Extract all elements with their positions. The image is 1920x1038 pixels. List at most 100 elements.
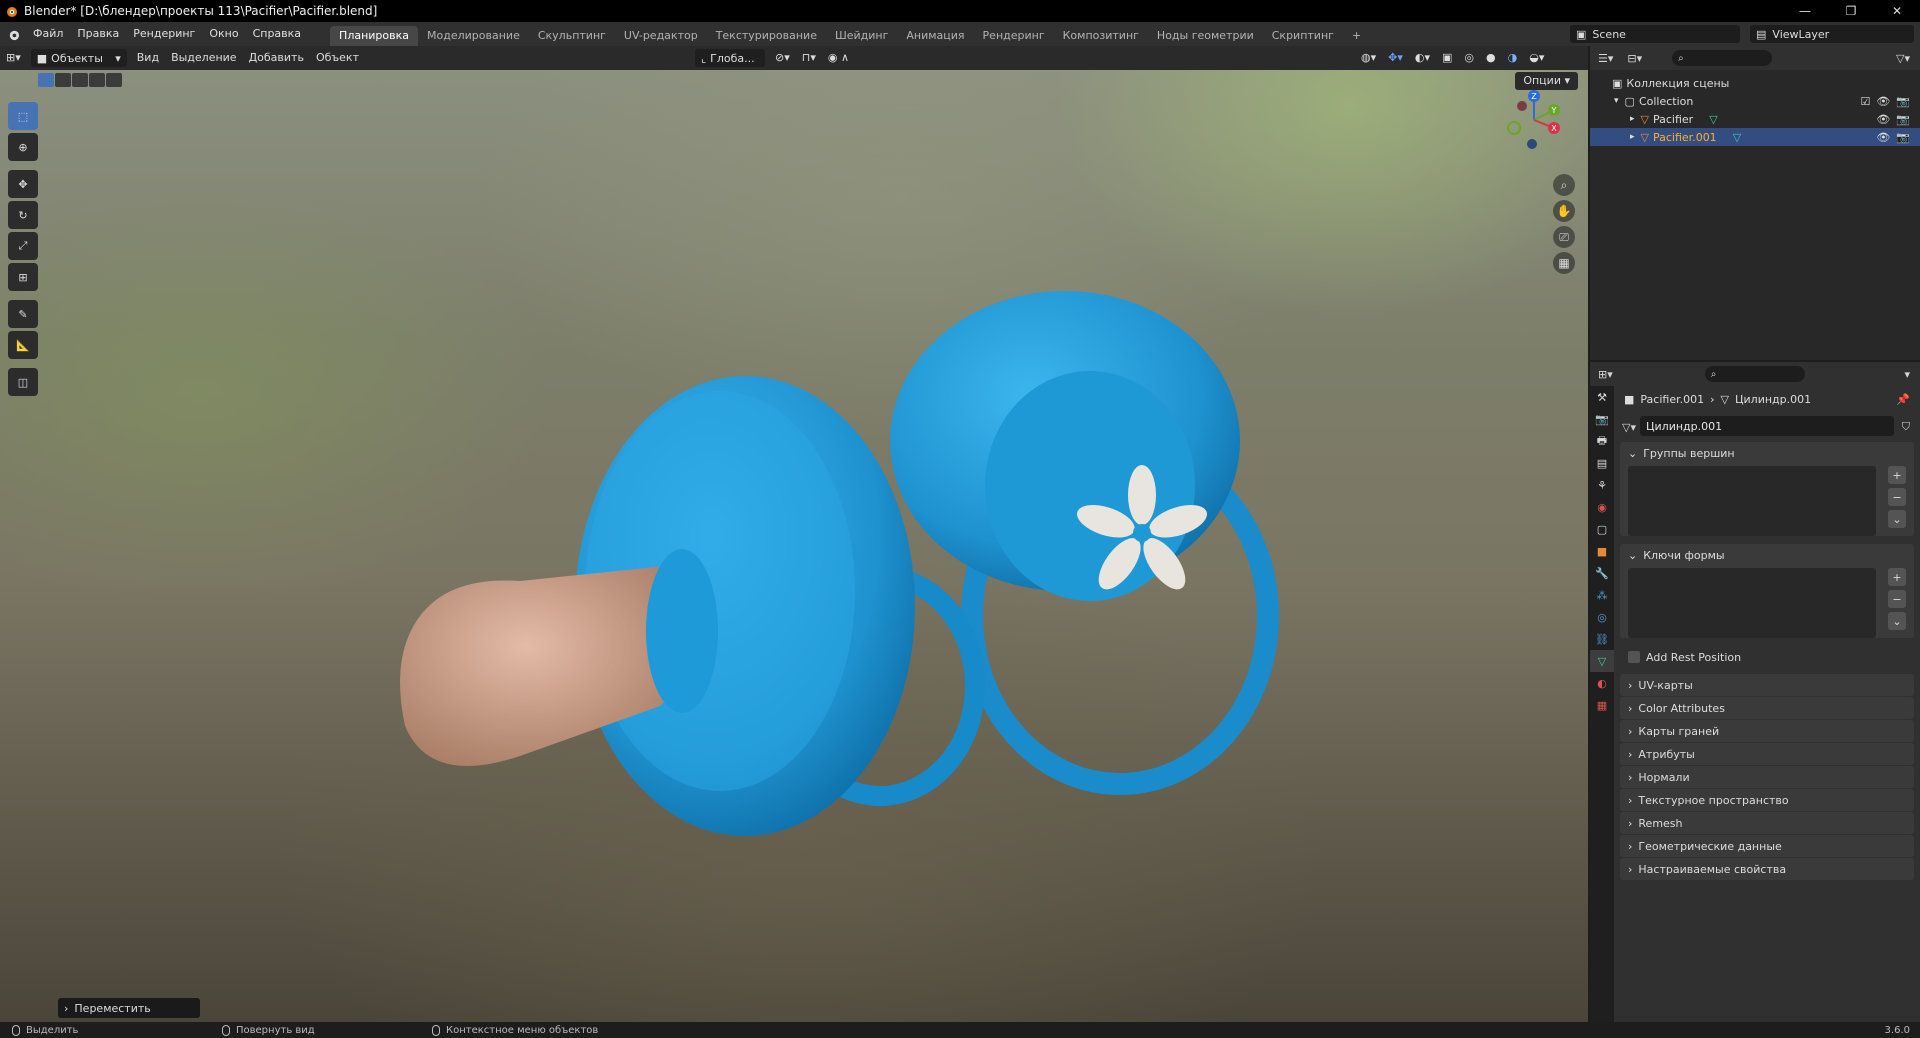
texture-tab-icon[interactable]: ▦ xyxy=(1590,694,1614,716)
tab-animation[interactable]: Анимация xyxy=(897,26,973,46)
scene-selector[interactable]: ▣ Scene xyxy=(1570,25,1740,43)
material-tab-icon[interactable]: ◐ xyxy=(1590,672,1614,694)
remove-vertex-group-button[interactable]: − xyxy=(1888,488,1906,506)
outliner-scene-collection[interactable]: ▣ Коллекция сцены xyxy=(1590,74,1920,92)
normals-panel[interactable]: › Нормали xyxy=(1620,766,1914,788)
face-maps-panel[interactable]: › Карты граней xyxy=(1620,720,1914,742)
pivot-icon[interactable]: ⊘▾ xyxy=(769,46,796,70)
maximize-button[interactable]: ❐ xyxy=(1828,0,1874,22)
menu-window[interactable]: Окно xyxy=(202,22,245,46)
tab-sculpting[interactable]: Скульптинг xyxy=(529,26,615,46)
remove-shape-key-button[interactable]: − xyxy=(1888,590,1906,608)
chevron-right-icon[interactable]: ▸ xyxy=(1630,114,1635,124)
overlay-icon[interactable]: ◐▾ xyxy=(1409,46,1436,70)
select-box-tool-icon[interactable]: ⬚ xyxy=(8,102,38,130)
view-layer-tab-icon[interactable]: ▤ xyxy=(1590,452,1614,474)
properties-search-input[interactable]: ⌕ xyxy=(1704,366,1805,382)
properties-editor-icon[interactable]: ⊞▾ xyxy=(1598,368,1613,381)
outliner-editor-icon[interactable]: ☰▾ xyxy=(1598,52,1613,65)
fake-user-shield-icon[interactable]: ⛉ xyxy=(1902,420,1910,434)
add-workspace-button[interactable]: + xyxy=(1343,26,1370,46)
zoom-icon[interactable]: ⌕ xyxy=(1553,174,1575,196)
tab-modeling[interactable]: Моделирование xyxy=(418,26,529,46)
outliner-search-input[interactable]: ⌕ xyxy=(1672,50,1773,66)
wireframe-shading-icon[interactable]: ◎ xyxy=(1458,46,1480,70)
menu-help[interactable]: Справка xyxy=(246,22,308,46)
menu-object[interactable]: Объект xyxy=(310,46,365,70)
constraints-tab-icon[interactable]: ⛓ xyxy=(1590,628,1614,650)
3d-viewport[interactable]: ⊞▾ ■ Объекты ▾ Вид Выделение Добавить Об… xyxy=(0,46,1588,1022)
tab-layout[interactable]: Планировка xyxy=(330,26,419,46)
chevron-down-icon[interactable]: ▾ xyxy=(1904,368,1910,381)
minimize-button[interactable]: — xyxy=(1782,0,1828,22)
viewlayer-selector[interactable]: ▤ ViewLayer xyxy=(1750,25,1914,43)
select-new-icon[interactable] xyxy=(38,73,54,87)
output-tab-icon[interactable]: 🖶 xyxy=(1590,430,1614,452)
tab-compositing[interactable]: Композитинг xyxy=(1054,26,1148,46)
xray-icon[interactable]: ▣ xyxy=(1436,46,1458,70)
menu-add[interactable]: Добавить xyxy=(243,46,310,70)
transform-tool-icon[interactable]: ⊞ xyxy=(8,263,38,291)
camera-icon[interactable]: 📷 xyxy=(1896,113,1910,126)
attributes-panel[interactable]: › Атрибуты xyxy=(1620,743,1914,765)
last-operator-panel[interactable]: › Переместить xyxy=(58,998,200,1018)
gizmo-toggle-icon[interactable]: ✥▾ xyxy=(1382,46,1409,70)
rotate-tool-icon[interactable]: ↻ xyxy=(8,201,38,229)
pan-hand-icon[interactable]: ✋ xyxy=(1553,200,1575,222)
close-button[interactable]: ✕ xyxy=(1874,0,1920,22)
measure-tool-icon[interactable]: 📐 xyxy=(8,331,38,359)
blender-menu-icon[interactable] xyxy=(0,22,26,46)
add-vertex-group-button[interactable]: + xyxy=(1888,466,1906,484)
visibility-icon[interactable]: ◍▾ xyxy=(1355,46,1382,70)
chevron-down-icon[interactable]: ⌄ xyxy=(1888,612,1906,630)
rendered-shading-icon[interactable]: ◒▾ xyxy=(1523,46,1550,70)
camera-view-icon[interactable]: ⎚ xyxy=(1553,226,1575,248)
select-extend-icon[interactable] xyxy=(55,73,71,87)
transform-orientation-dropdown[interactable]: ⌞ Глоба... xyxy=(695,49,765,67)
shape-keys-header[interactable]: ⌄ Ключи формы xyxy=(1620,544,1914,566)
scale-tool-icon[interactable]: ⤢ xyxy=(8,232,38,260)
uv-maps-panel[interactable]: › UV-карты xyxy=(1620,674,1914,696)
editor-type-icon[interactable]: ⊞▾ xyxy=(0,46,27,70)
menu-file[interactable]: Файл xyxy=(26,22,70,46)
texture-space-panel[interactable]: › Текстурное пространство xyxy=(1620,789,1914,811)
modifier-tab-icon[interactable]: 🔧 xyxy=(1590,562,1614,584)
snap-icon[interactable]: ⊓▾ xyxy=(796,46,822,70)
material-shading-icon[interactable]: ◑ xyxy=(1502,46,1524,70)
select-intersect-icon[interactable] xyxy=(106,73,122,87)
checkbox-icon[interactable]: ☑ xyxy=(1860,95,1870,108)
add-rest-position-checkbox[interactable] xyxy=(1628,651,1640,663)
tab-scripting[interactable]: Скриптинг xyxy=(1263,26,1343,46)
mode-dropdown[interactable]: ■ Объекты ▾ xyxy=(30,49,127,67)
move-tool-icon[interactable]: ✥ xyxy=(8,170,38,198)
add-shape-key-button[interactable]: + xyxy=(1888,568,1906,586)
mesh-data-tab-icon[interactable]: ▽ xyxy=(1590,650,1614,672)
chevron-right-icon[interactable]: ▸ xyxy=(1630,132,1635,142)
display-mode-icon[interactable]: ⊟▾ xyxy=(1627,52,1642,65)
remesh-panel[interactable]: › Remesh xyxy=(1620,812,1914,834)
mesh-browse-icon[interactable]: ▽▾ xyxy=(1622,421,1636,434)
eye-icon[interactable]: 👁 xyxy=(1876,131,1890,144)
render-tab-icon[interactable]: 📷 xyxy=(1590,408,1614,430)
solid-shading-icon[interactable]: ● xyxy=(1480,46,1502,70)
proportional-edit-icon[interactable]: ◉ ∧ xyxy=(822,46,855,70)
menu-select[interactable]: Выделение xyxy=(165,46,243,70)
color-attributes-panel[interactable]: › Color Attributes xyxy=(1620,697,1914,719)
menu-edit[interactable]: Правка xyxy=(70,22,126,46)
menu-view[interactable]: Вид xyxy=(131,46,165,70)
select-subtract-icon[interactable] xyxy=(72,73,88,87)
geometry-data-panel[interactable]: › Геометрические данные xyxy=(1620,835,1914,857)
scene-tab-icon[interactable]: ⚘ xyxy=(1590,474,1614,496)
tab-texture-paint[interactable]: Текстурирование xyxy=(707,26,826,46)
world-tab-icon[interactable]: ◉ xyxy=(1590,496,1614,518)
camera-icon[interactable]: 📷 xyxy=(1896,95,1910,108)
physics-tab-icon[interactable]: ◎ xyxy=(1590,606,1614,628)
menu-render[interactable]: Рендеринг xyxy=(126,22,202,46)
mesh-name-field[interactable]: Цилиндр.001 xyxy=(1639,416,1894,436)
eye-icon[interactable]: 👁 xyxy=(1876,95,1890,108)
chevron-down-icon[interactable]: ▾ xyxy=(1614,96,1619,106)
particles-tab-icon[interactable]: ⁂ xyxy=(1590,584,1614,606)
annotate-tool-icon[interactable]: ✎ xyxy=(8,300,38,328)
outliner-collection[interactable]: ▾ ▢ Collection ☑ 👁 📷 xyxy=(1590,92,1920,110)
eye-icon[interactable]: 👁 xyxy=(1876,113,1890,126)
